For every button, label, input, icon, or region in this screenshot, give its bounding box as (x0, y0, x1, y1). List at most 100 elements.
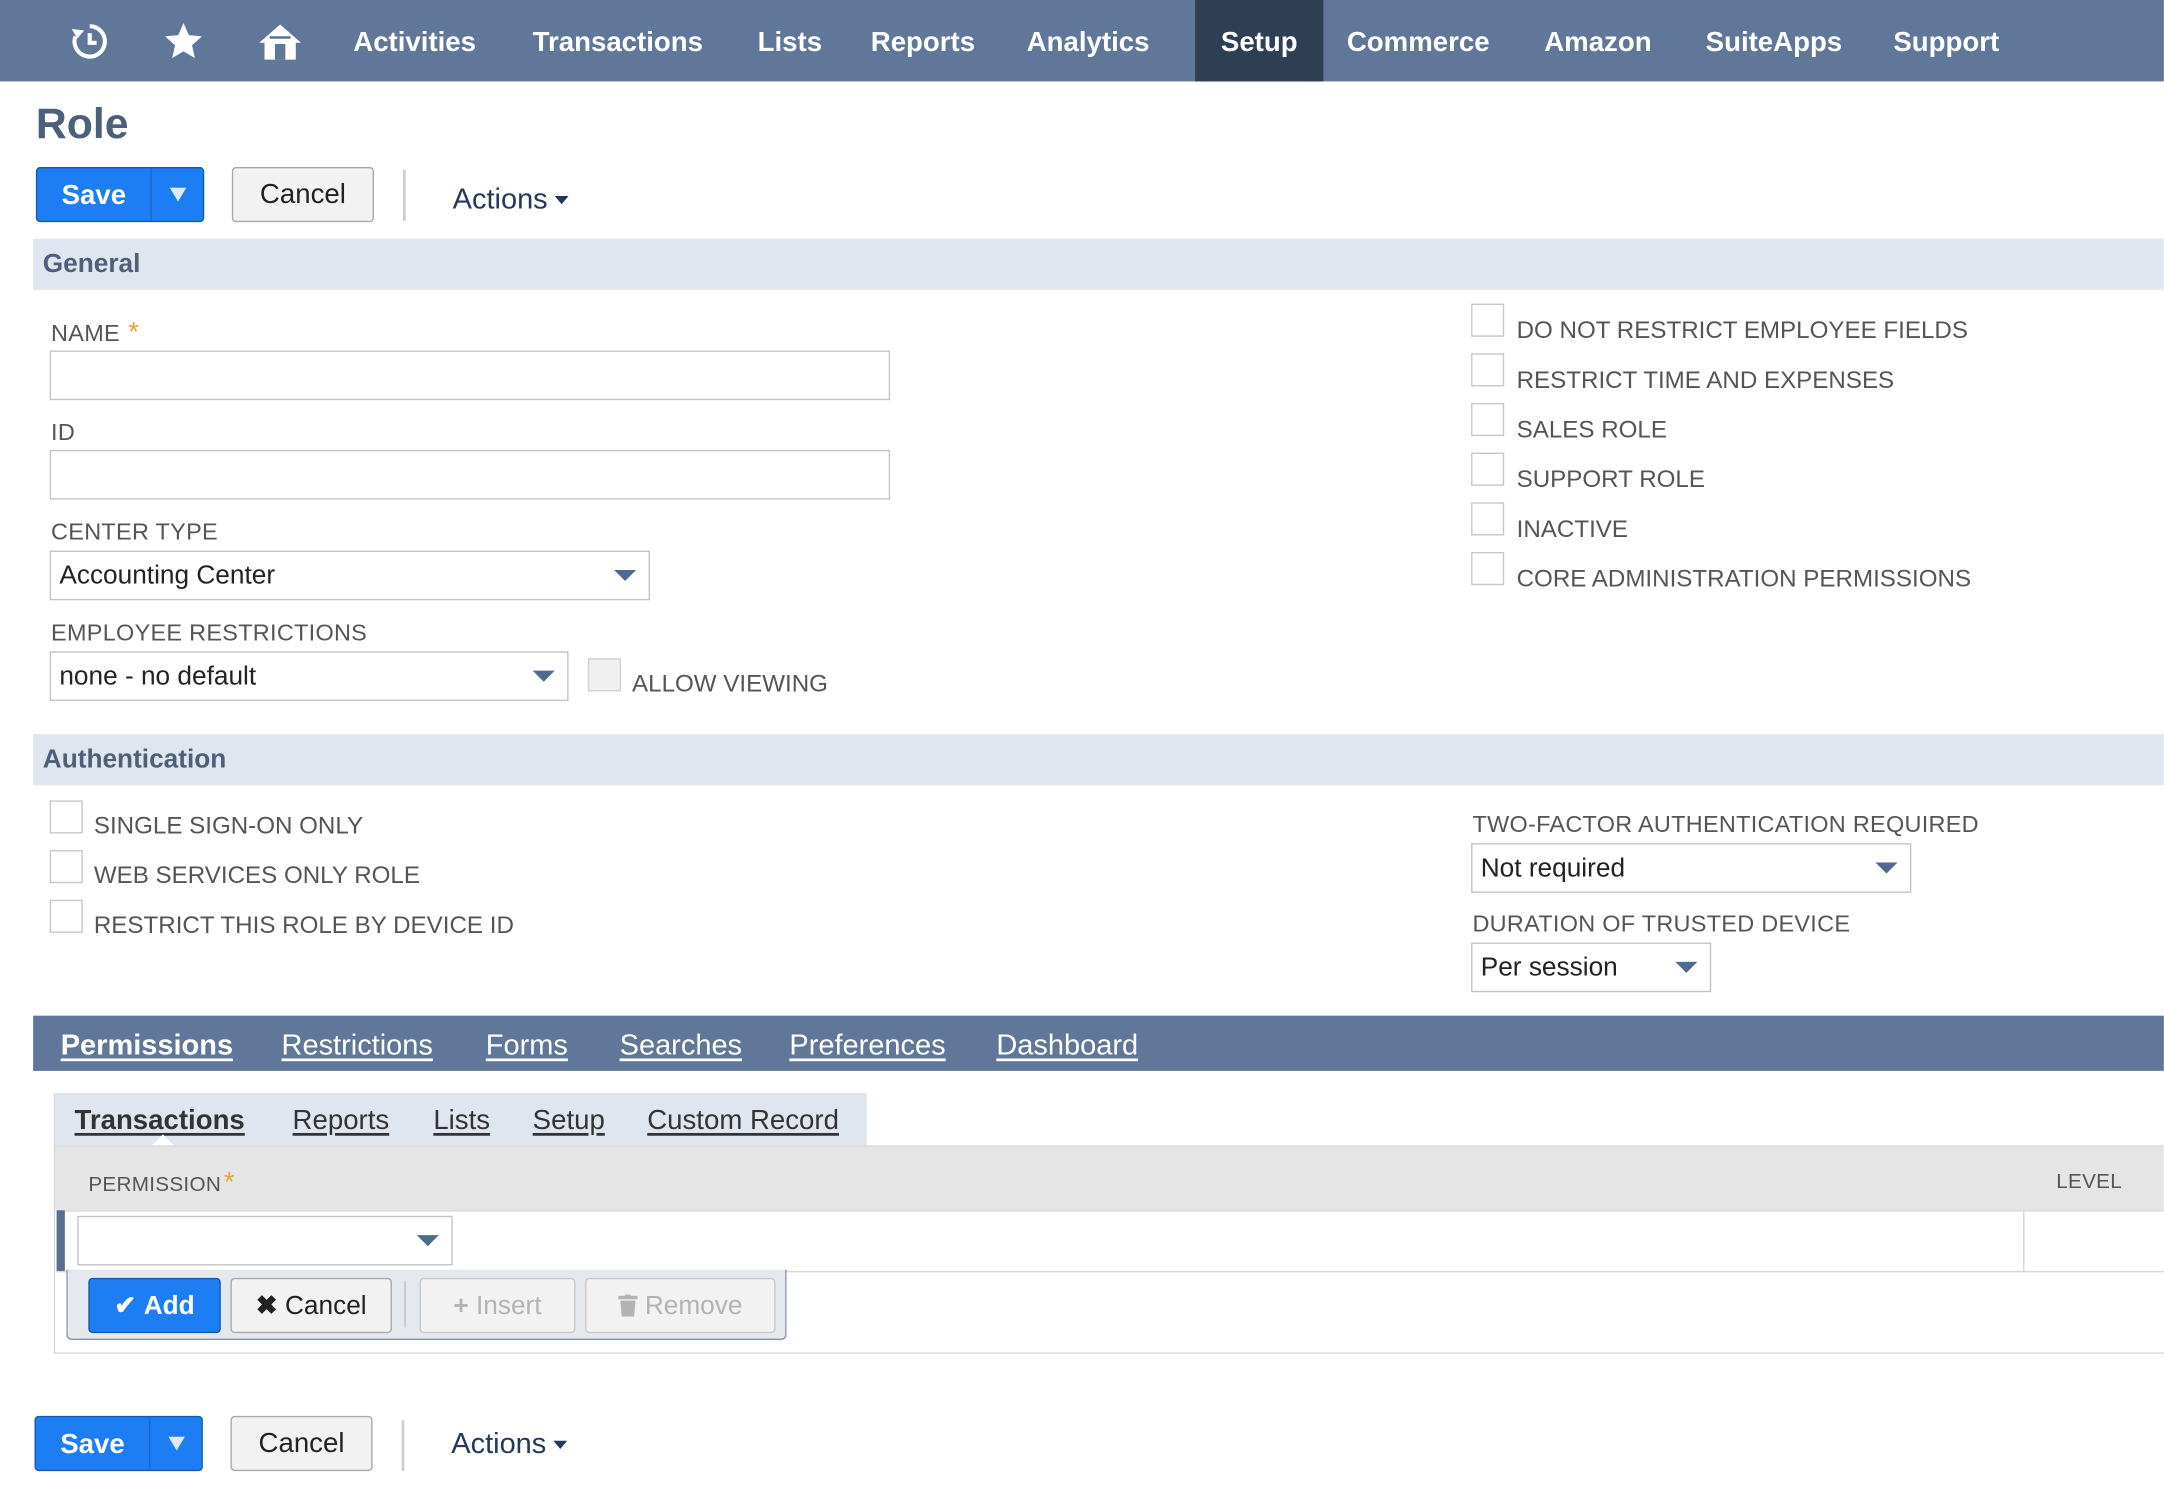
nav-item-amazon[interactable]: Amazon (1521, 0, 1675, 81)
id-field[interactable] (49, 449, 891, 500)
nav-item-activities[interactable]: Activities (330, 0, 500, 81)
add-button[interactable]: ✔ Add (88, 1277, 221, 1334)
restrict-time-and-expenses-label: RESTRICT TIME AND EXPENSES (1516, 365, 1895, 394)
subtab-reports[interactable]: Reports (293, 1093, 390, 1148)
nav-item-analytics[interactable]: Analytics (1003, 0, 1173, 81)
permission-select[interactable] (77, 1215, 453, 1266)
toolbar-divider (402, 169, 406, 221)
sales-role-checkbox[interactable] (1471, 402, 1505, 437)
remove-button[interactable]: Remove (585, 1277, 776, 1334)
restrict-time-and-expenses-checkbox[interactable] (1471, 353, 1505, 387)
remove-button-label: Remove (644, 1291, 743, 1321)
nav-item-reports[interactable]: Reports (847, 0, 998, 81)
tab-searches[interactable]: Searches (620, 1016, 742, 1075)
trusted-device-label: DURATION OF TRUSTED DEVICE (1472, 910, 1851, 938)
save-button[interactable]: Save (35, 166, 205, 223)
general-section-header: General (33, 238, 2164, 290)
center-type-value: Accounting Center (59, 561, 276, 591)
allow-viewing-checkbox[interactable] (587, 658, 621, 692)
single-sign-on-only-checkbox[interactable] (49, 800, 83, 834)
nav-item-commerce[interactable]: Commerce (1323, 0, 1513, 81)
subtab-setup[interactable]: Setup (533, 1093, 605, 1148)
checkmark-icon: ✔ (114, 1291, 137, 1321)
restrict-this-role-by-device-id-checkbox[interactable] (49, 899, 83, 933)
web-services-only-role-checkbox[interactable] (49, 850, 83, 884)
close-icon: ✖ (255, 1291, 278, 1321)
insert-button[interactable]: + Insert (419, 1277, 576, 1334)
two-factor-label: TWO-FACTOR AUTHENTICATION REQUIRED (1472, 811, 1979, 838)
trash-icon (618, 1292, 638, 1321)
sales-role-label: SALES ROLE (1516, 415, 1667, 443)
required-star-icon: * (223, 1167, 235, 1198)
center-type-select[interactable]: Accounting Center (49, 550, 650, 601)
cancel-button[interactable]: Cancel (231, 166, 374, 223)
two-factor-value: Not required (1480, 854, 1626, 884)
restrict-this-role-by-device-id-label: RESTRICT THIS ROLE BY DEVICE ID (93, 910, 514, 939)
grid-cancel-button[interactable]: ✖ Cancel (230, 1277, 392, 1334)
do-not-restrict-employee-fields-checkbox[interactable] (1471, 303, 1505, 337)
inactive-label: INACTIVE (1516, 514, 1629, 543)
bottom-save-button-label: Save (60, 1429, 125, 1461)
employee-restrictions-value: none - no default (59, 662, 257, 692)
core-administration-permissions-checkbox[interactable] (1471, 552, 1505, 586)
authentication-section-header: Authentication (33, 734, 2164, 786)
permission-header-text: PERMISSION (88, 1173, 222, 1197)
tab-preferences[interactable]: Preferences (789, 1016, 945, 1075)
chevron-down-icon (1675, 961, 1698, 973)
chevron-down-icon (532, 670, 555, 682)
panel-border-bottom (53, 1352, 2164, 1354)
bottom-toolbar-divider (401, 1420, 405, 1472)
level-column-divider (2023, 1211, 2025, 1271)
save-options-dropdown-icon[interactable] (152, 168, 203, 220)
panel-border-left (53, 1092, 56, 1354)
add-button-label: Add (143, 1291, 195, 1321)
required-star-icon: * (128, 317, 140, 348)
allow-viewing-label: ALLOW VIEWING (632, 669, 828, 697)
chevron-down-icon (416, 1235, 439, 1247)
actions-menu[interactable]: Actions (453, 184, 569, 217)
main-nav-bar: Activities Transactions Lists Reports Analyt… (0, 0, 2164, 82)
grid-cancel-label: Cancel (284, 1291, 367, 1321)
tab-dashboard[interactable]: Dashboard (996, 1016, 1138, 1075)
web-services-only-role-label: WEB SERVICES ONLY ROLE (93, 861, 420, 889)
favorite-star-icon[interactable] (160, 19, 207, 63)
subtab-lists[interactable]: Lists (433, 1093, 490, 1148)
bottom-actions-menu[interactable]: Actions (451, 1428, 568, 1461)
tab-forms[interactable]: Forms (486, 1016, 568, 1075)
do-not-restrict-employee-fields-label: DO NOT RESTRICT EMPLOYEE FIELDS (1516, 316, 1968, 344)
actions-menu-label: Actions (452, 183, 548, 216)
subtab-custom-record[interactable]: Custom Record (647, 1093, 839, 1148)
chevron-down-icon (614, 569, 637, 581)
tab-permissions[interactable]: Permissions (61, 1016, 233, 1075)
nav-item-lists[interactable]: Lists (734, 0, 845, 81)
grid-buttons-divider (404, 1280, 406, 1328)
nav-item-setup[interactable]: Setup (1195, 0, 1324, 82)
nav-item-support[interactable]: Support (1870, 0, 2023, 81)
permissions-grid-header: PERMISSION * LEVEL (55, 1145, 2164, 1211)
plus-icon: + (453, 1291, 469, 1321)
trusted-device-select[interactable]: Per session (1471, 942, 1712, 993)
nav-item-suiteapps[interactable]: SuiteApps (1682, 0, 1865, 81)
tab-restrictions[interactable]: Restrictions (282, 1016, 433, 1075)
home-icon[interactable] (257, 19, 304, 63)
nav-item-transactions[interactable]: Transactions (509, 0, 726, 81)
two-factor-select[interactable]: Not required (1471, 843, 1912, 893)
id-label: ID (51, 419, 76, 446)
name-field[interactable] (49, 350, 891, 401)
employee-restrictions-select[interactable]: none - no default (49, 651, 569, 702)
support-role-checkbox[interactable] (1471, 452, 1505, 486)
save-options-dropdown-icon[interactable] (150, 1417, 201, 1469)
level-column-header: LEVEL (2056, 1170, 2123, 1194)
core-administration-permissions-label: CORE ADMINISTRATION PERMISSIONS (1516, 564, 1972, 593)
inactive-checkbox[interactable] (1471, 502, 1505, 536)
employee-restrictions-label: EMPLOYEE RESTRICTIONS (51, 619, 368, 646)
bottom-actions-menu-label: Actions (451, 1428, 547, 1461)
bottom-cancel-button[interactable]: Cancel (230, 1415, 373, 1472)
recent-icon[interactable] (66, 19, 113, 63)
actions-caret-icon (553, 1440, 568, 1449)
support-role-label: SUPPORT ROLE (1516, 465, 1705, 493)
bottom-save-button[interactable]: Save (34, 1415, 203, 1472)
center-type-label: CENTER TYPE (51, 518, 218, 546)
single-sign-on-only-label: SINGLE SIGN-ON ONLY (93, 811, 364, 840)
name-label: NAME * (51, 317, 139, 349)
